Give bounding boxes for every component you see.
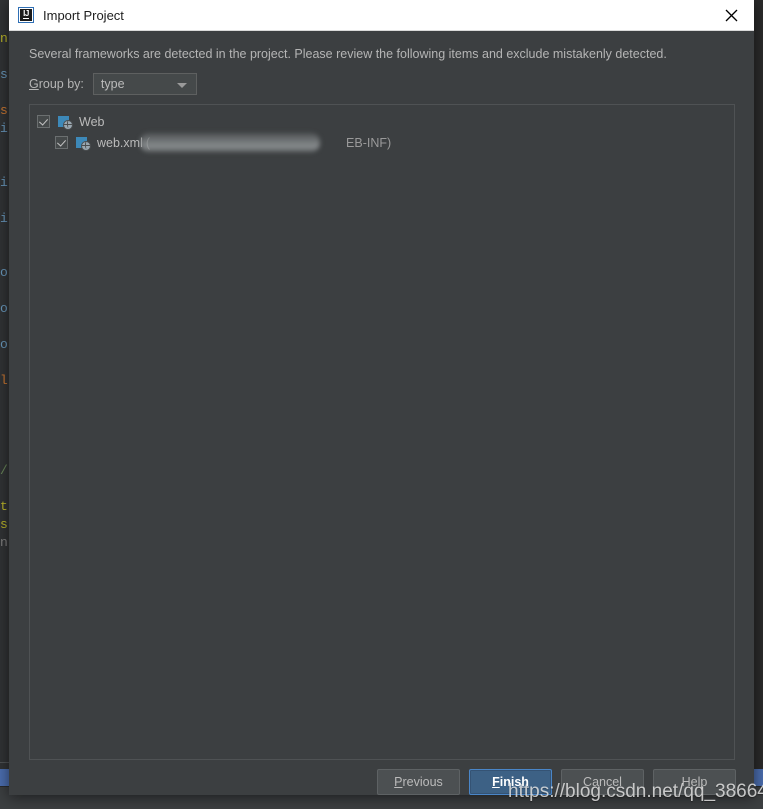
- dialog-title-bar: IJ Import Project: [9, 0, 754, 31]
- tree-path-prefix: (: [145, 135, 151, 150]
- group-by-value: type: [100, 77, 125, 91]
- cancel-mnemonic: C: [583, 775, 593, 789]
- dialog-description: Several frameworks are detected in the p…: [29, 47, 667, 61]
- redacted-path-blur: [140, 133, 320, 152]
- dialog-button-row: Previous Finish Cancel Help: [377, 769, 736, 795]
- import-project-dialog: IJ Import Project Several frameworks are…: [9, 0, 754, 795]
- previous-mnemonic: P: [394, 775, 403, 789]
- finish-button[interactable]: Finish: [469, 769, 552, 795]
- group-by-row: Group by: type: [29, 73, 197, 95]
- web-framework-icon: [57, 114, 73, 130]
- chevron-down-icon: [176, 83, 187, 88]
- finish-label-rest: inish: [499, 775, 529, 789]
- previous-label-rest: revious: [402, 775, 443, 789]
- group-by-select[interactable]: type: [92, 73, 197, 95]
- screenshot-root: n s s i i i o o o l / t s n IJ Import Project Several…: [0, 0, 763, 809]
- cancel-label-rest: ancel: [592, 775, 622, 789]
- close-icon[interactable]: [708, 0, 754, 31]
- dialog-body: Several frameworks are detected in the p…: [9, 31, 754, 795]
- finish-mnemonic: F: [492, 775, 500, 789]
- checkbox-web-xml[interactable]: [55, 136, 68, 149]
- group-by-label-rest: roup by:: [38, 77, 84, 91]
- help-button[interactable]: Help: [653, 769, 736, 795]
- tree-row-web-xml[interactable]: web.xml ( EB-INF): [30, 132, 734, 153]
- dialog-title: Import Project: [43, 7, 124, 23]
- tree-path-suffix: EB-INF): [346, 135, 392, 150]
- group-by-label: Group by:: [29, 77, 84, 91]
- web-xml-icon: [75, 135, 91, 151]
- cancel-button[interactable]: Cancel: [561, 769, 644, 795]
- help-mnemonic: H: [681, 775, 691, 789]
- help-label-rest: elp: [690, 775, 708, 789]
- tree-label-web: Web: [79, 114, 105, 129]
- tree-row-web[interactable]: Web: [30, 111, 734, 132]
- checkbox-web[interactable]: [37, 115, 50, 128]
- group-by-mnemonic: G: [29, 77, 39, 91]
- tree-label-web-xml: web.xml: [97, 135, 143, 150]
- intellij-idea-icon: IJ: [18, 7, 34, 23]
- previous-button[interactable]: Previous: [377, 769, 460, 795]
- frameworks-tree-panel[interactable]: Web web.xml ( EB-INF): [29, 104, 735, 760]
